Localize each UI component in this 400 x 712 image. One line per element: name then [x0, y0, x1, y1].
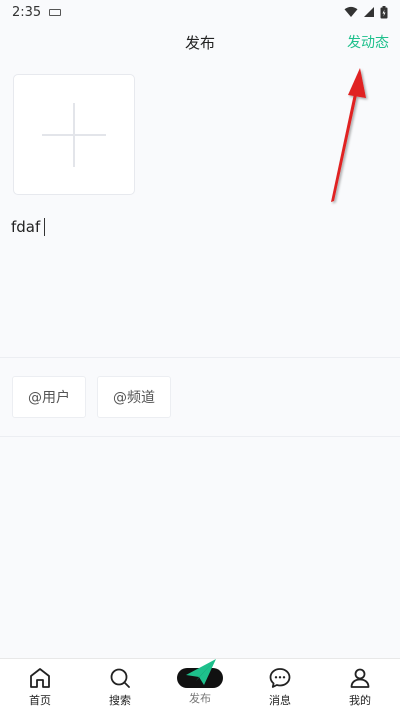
add-image-button[interactable]: [13, 74, 135, 195]
tab-publish-label: 发布: [189, 692, 211, 705]
status-time: 2:35: [12, 4, 42, 20]
tab-profile[interactable]: 我的: [320, 659, 400, 712]
tab-profile-label: 我的: [349, 694, 371, 707]
plus-icon-vertical: [73, 103, 75, 167]
header: 发布 发动态: [0, 24, 400, 62]
mention-user-button[interactable]: @用户: [12, 376, 86, 418]
status-bar: 2:35: [0, 0, 400, 24]
post-text-input[interactable]: fdaf: [11, 218, 46, 236]
status-icons: [344, 5, 388, 19]
message-icon: [269, 668, 291, 688]
home-icon: [30, 668, 50, 688]
divider-top: [0, 357, 400, 358]
tab-search-label: 搜索: [109, 694, 131, 707]
tab-messages[interactable]: 消息: [240, 659, 320, 712]
tab-home[interactable]: 首页: [0, 659, 80, 712]
wifi-icon: [344, 6, 358, 17]
tab-search[interactable]: 搜索: [80, 659, 160, 712]
tab-home-label: 首页: [29, 694, 51, 707]
page-title: 发布: [184, 34, 215, 52]
user-icon: [350, 668, 370, 688]
text-caret: [44, 218, 46, 236]
post-text-value: fdaf: [11, 218, 41, 236]
keyboard-icon: [49, 8, 62, 16]
divider-bottom: [0, 436, 400, 437]
tab-publish[interactable]: 发布: [160, 659, 240, 712]
send-icon: [186, 659, 216, 685]
bottom-tab-bar: 首页 搜索 发布 消息 我的: [0, 658, 400, 712]
signal-icon: [364, 7, 374, 17]
search-icon: [110, 668, 130, 688]
battery-icon: [380, 5, 388, 18]
tab-messages-label: 消息: [269, 694, 291, 707]
mention-channel-button[interactable]: @频道: [97, 376, 171, 418]
publish-post-button[interactable]: 发动态: [347, 32, 389, 52]
